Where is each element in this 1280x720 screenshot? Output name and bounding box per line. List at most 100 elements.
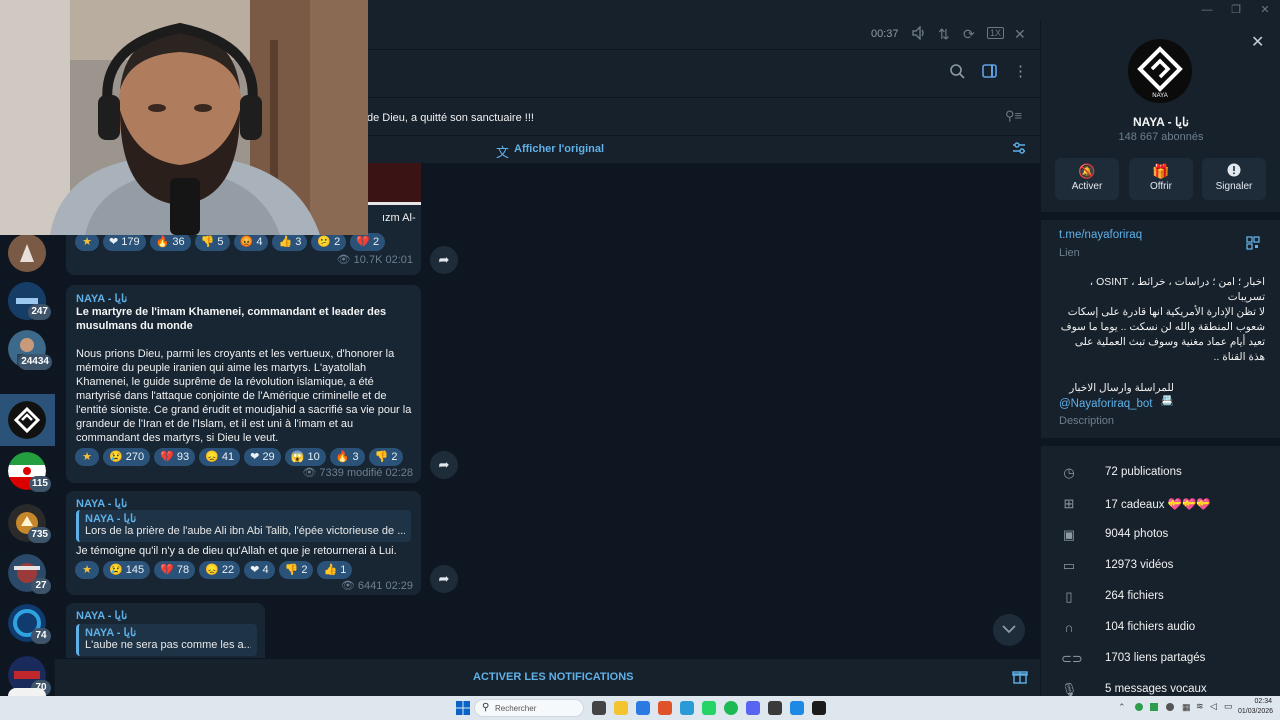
- sidebar-toggle-icon[interactable]: [982, 64, 997, 83]
- chat-avatar-1[interactable]: [8, 234, 46, 272]
- reply-quote[interactable]: NAYA - نايا Lors de la prière de l'aube …: [76, 510, 411, 542]
- reaction-cry[interactable]: 😢 270: [103, 448, 151, 466]
- network-icon[interactable]: ▦: [1182, 702, 1191, 713]
- description-line: اخبار ؛ امن ؛ دراسات ، خرائط ، OSINT ، ت…: [1089, 276, 1265, 303]
- spotify-icon[interactable]: [724, 701, 738, 715]
- reaction-broken-heart[interactable]: 💔 2: [350, 233, 386, 251]
- volume-icon[interactable]: [912, 25, 925, 43]
- unread-badge: 27: [31, 578, 51, 594]
- naya-logo-icon: [8, 401, 46, 439]
- reaction-angry[interactable]: 😡 4: [233, 233, 269, 251]
- scroll-down-button[interactable]: [993, 614, 1025, 646]
- reaction-star[interactable]: ★: [75, 233, 99, 251]
- pinned-list-icon[interactable]: ⚲≡: [1005, 108, 1022, 124]
- reaction-broken-heart[interactable]: 💔 78: [154, 561, 196, 579]
- chat-avatar-naya[interactable]: [8, 401, 46, 439]
- stat-publications[interactable]: ◷ 72 publications: [1041, 458, 1280, 489]
- show-original-link[interactable]: Afficher l'original: [514, 143, 604, 155]
- taskbar-search-box[interactable]: ⚲ Rechercher: [474, 699, 584, 717]
- reaction-scream[interactable]: 😱 10: [284, 448, 326, 466]
- reaction-heart[interactable]: ❤ 179: [103, 233, 146, 251]
- store-icon[interactable]: [636, 701, 650, 715]
- reaction-star[interactable]: ★: [75, 561, 99, 579]
- reaction-heart[interactable]: ❤ 4: [244, 561, 275, 579]
- chat-avatar-10[interactable]: [8, 688, 46, 696]
- forward-button[interactable]: ➦: [430, 565, 458, 593]
- search-icon: ⚲: [482, 702, 490, 713]
- close-window-icon[interactable]: ✕: [1258, 3, 1272, 17]
- tray-icon[interactable]: [1135, 703, 1143, 711]
- reply-quote[interactable]: NAYA - نايا L'aube ne sera pas comme les…: [76, 624, 257, 656]
- more-menu-icon[interactable]: ⋮: [1013, 62, 1028, 80]
- message-sender[interactable]: NAYA - نايا: [76, 609, 127, 622]
- reaction-cry[interactable]: 😢 145: [103, 561, 151, 579]
- quote-text: Lors de la prière de l'aube Ali ibn Abi …: [85, 525, 405, 537]
- message-sender[interactable]: NAYA - نايا: [76, 292, 127, 305]
- reaction-thumbs-down[interactable]: 👎 5: [194, 233, 230, 251]
- close-panel-icon[interactable]: ✕: [1251, 32, 1264, 52]
- volume-icon[interactable]: ◁: [1210, 701, 1217, 712]
- stat-files[interactable]: ▯ 264 fichiers: [1041, 582, 1280, 613]
- reaction-sad[interactable]: 😞 22: [199, 561, 241, 579]
- forward-button[interactable]: ➦: [430, 451, 458, 479]
- playlist-order-icon[interactable]: ⇅: [938, 26, 950, 43]
- app-icon[interactable]: [790, 701, 804, 715]
- telegram-taskbar-icon[interactable]: [680, 701, 694, 715]
- windows-start-icon[interactable]: [456, 701, 470, 720]
- reaction-sad[interactable]: 😞 41: [199, 448, 241, 466]
- tray-chevron-icon[interactable]: ⌃: [1118, 702, 1126, 713]
- taskbar-date[interactable]: 01/03/2026: [1238, 708, 1273, 715]
- minimize-icon[interactable]: —: [1200, 3, 1214, 17]
- stat-gifts[interactable]: ⊞ 17 cadeaux 💝💝💝: [1041, 489, 1280, 520]
- section-divider: [1041, 438, 1280, 446]
- quote-text: L'aube ne sera pas comme les a...: [85, 639, 251, 651]
- speed-button[interactable]: 1X: [987, 27, 1005, 39]
- reaction-thumbs-up[interactable]: 👍 1: [317, 561, 353, 579]
- stat-photos[interactable]: ▣ 9044 photos: [1041, 520, 1280, 551]
- repeat-icon[interactable]: ⟳: [963, 26, 975, 43]
- views-icon: 👁: [302, 467, 317, 479]
- search-icon[interactable]: [950, 64, 965, 84]
- qr-code-icon[interactable]: [1246, 236, 1260, 255]
- bot-link[interactable]: @Nayaforiraq_bot: [1059, 398, 1153, 410]
- reaction-heart[interactable]: ❤ 29: [244, 448, 281, 466]
- views-icon: 👁: [336, 254, 351, 266]
- media-thumbnail[interactable]: [366, 163, 421, 205]
- enable-notifications-button[interactable]: ACTIVER LES NOTIFICATIONS: [473, 671, 634, 683]
- reaction-thumbs-down[interactable]: 👎 2: [278, 561, 314, 579]
- gift-button[interactable]: 🎁 Offrir: [1129, 158, 1193, 200]
- stat-voice[interactable]: 🎙 5 messages vocaux: [1041, 675, 1280, 696]
- translate-settings-icon[interactable]: [1011, 140, 1027, 161]
- reaction-star[interactable]: ★: [75, 448, 99, 466]
- stat-audio[interactable]: ∩ 104 fichiers audio: [1041, 613, 1280, 644]
- message-sender[interactable]: NAYA - نايا: [76, 497, 127, 510]
- battery-icon[interactable]: ▭: [1224, 701, 1233, 712]
- gift-icon[interactable]: [1012, 668, 1028, 689]
- reaction-fire[interactable]: 🔥 3: [329, 448, 365, 466]
- file-explorer-icon[interactable]: [614, 701, 628, 715]
- reaction-thumbs-up[interactable]: 👍 3: [272, 233, 308, 251]
- discord-icon[interactable]: [746, 701, 760, 715]
- mute-toggle-button[interactable]: 🔕 Activer: [1055, 158, 1119, 200]
- maximize-icon[interactable]: ❐: [1229, 3, 1243, 17]
- capcut-icon[interactable]: [812, 701, 826, 715]
- forward-button[interactable]: ➦: [430, 246, 458, 274]
- stat-videos[interactable]: ▭ 12973 vidéos: [1041, 551, 1280, 582]
- report-button[interactable]: Signaler: [1202, 158, 1266, 200]
- tray-icon[interactable]: [1150, 703, 1158, 711]
- reaction-fire[interactable]: 🔥 36: [149, 233, 191, 251]
- tray-icon[interactable]: [1166, 703, 1174, 711]
- whatsapp-icon[interactable]: [702, 701, 716, 715]
- wifi-icon[interactable]: ≋: [1196, 701, 1204, 712]
- webcam-overlay: [0, 0, 368, 235]
- close-player-icon[interactable]: ✕: [1014, 26, 1026, 43]
- reaction-thumbs-down[interactable]: 👎 2: [368, 448, 404, 466]
- taskbar-time[interactable]: 02:34: [1244, 698, 1272, 705]
- obs-icon[interactable]: [768, 701, 782, 715]
- reaction-confused[interactable]: 😕 2: [311, 233, 347, 251]
- stat-links[interactable]: ⊂⊃ 1703 liens partagés: [1041, 644, 1280, 675]
- task-view-icon[interactable]: [592, 701, 606, 715]
- channel-link[interactable]: t.me/nayaforiraq: [1059, 229, 1142, 241]
- reaction-broken-heart[interactable]: 💔 93: [154, 448, 196, 466]
- brave-icon[interactable]: [658, 701, 672, 715]
